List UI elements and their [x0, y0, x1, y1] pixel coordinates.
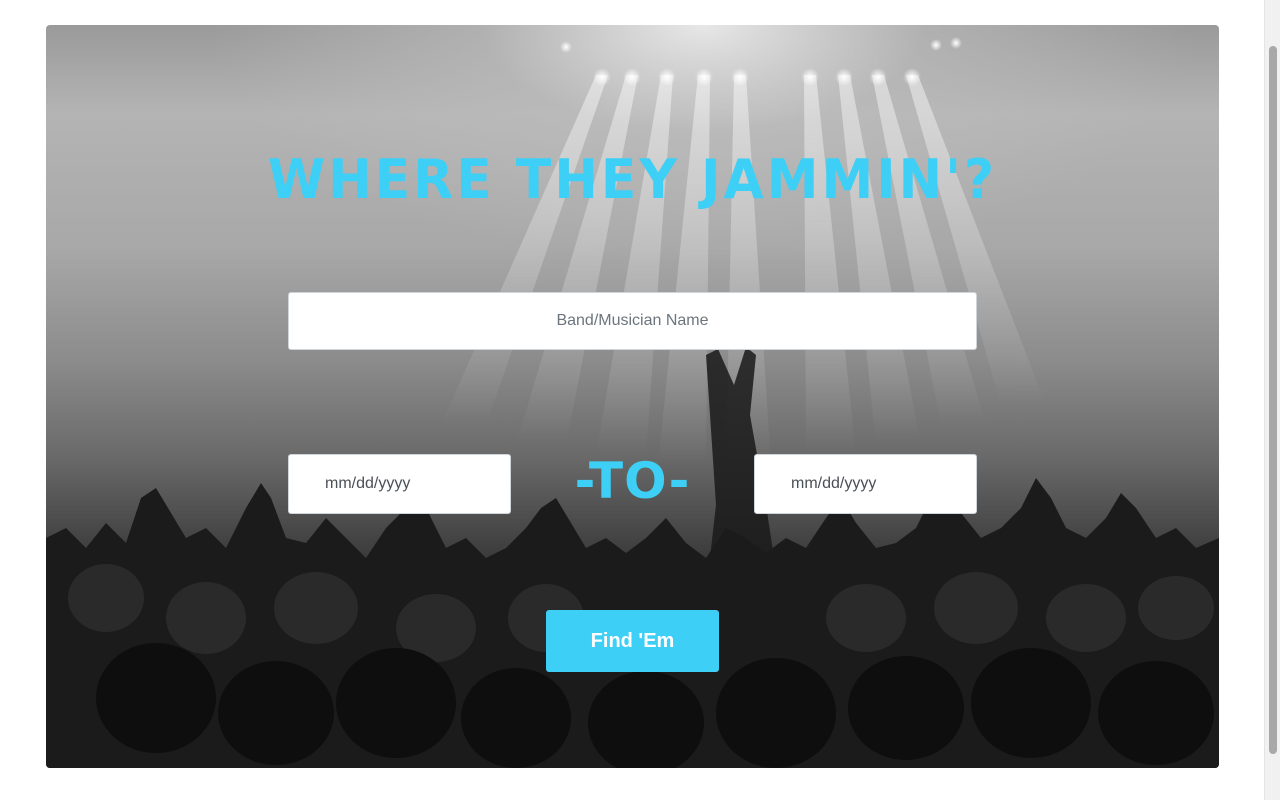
page-title: Where They Jammin'? [267, 148, 998, 212]
start-date-placeholder: mm/dd/yyyy [325, 475, 411, 492]
vertical-scrollbar[interactable] [1264, 0, 1280, 800]
hero-banner: Where They Jammin'? mm/dd/yyyy -To- mm/d… [46, 25, 1219, 768]
find-em-button[interactable]: Find 'Em [546, 610, 719, 672]
end-date-input[interactable]: mm/dd/yyyy [754, 454, 977, 514]
page: Where They Jammin'? mm/dd/yyyy -To- mm/d… [0, 0, 1280, 800]
start-date-input[interactable]: mm/dd/yyyy [288, 454, 511, 514]
band-name-input[interactable] [288, 292, 977, 350]
end-date-placeholder: mm/dd/yyyy [791, 475, 877, 492]
scrollbar-thumb[interactable] [1269, 46, 1277, 754]
date-range-separator: -To- [574, 452, 691, 510]
